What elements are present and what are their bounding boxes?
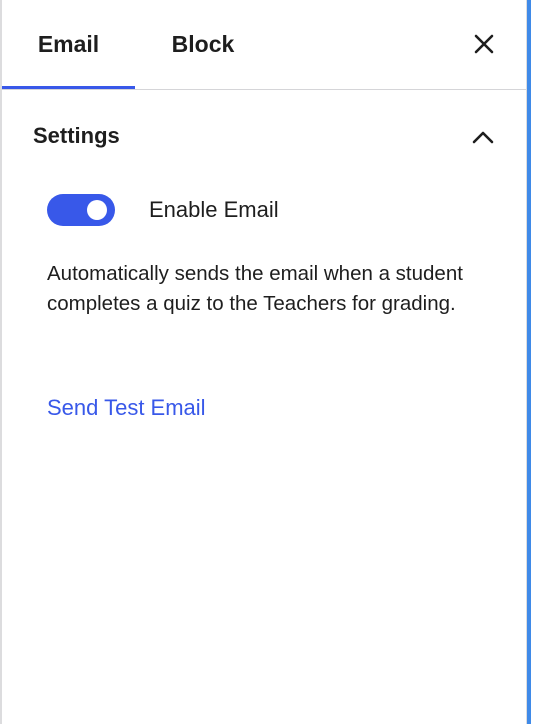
settings-section-title: Settings	[33, 123, 120, 148]
close-icon	[474, 34, 494, 54]
tab-block[interactable]: Block	[152, 0, 254, 89]
toggle-knob	[87, 200, 107, 220]
send-test-email-link[interactable]: Send Test Email	[47, 393, 206, 423]
enable-email-row: Enable Email	[47, 192, 487, 228]
tab-email[interactable]: Email	[2, 0, 135, 89]
enable-email-description: Automatically sends the email when a stu…	[47, 262, 463, 315]
close-button[interactable]	[468, 28, 500, 60]
enable-email-label[interactable]: Enable Email	[149, 196, 279, 224]
chevron-up-icon	[472, 131, 494, 144]
email-settings-panel: Email Block Settings Enable Email Automa…	[0, 0, 536, 724]
focus-edge-indicator	[527, 0, 531, 724]
enable-email-toggle[interactable]	[47, 194, 115, 226]
panel-right-border	[526, 0, 536, 724]
settings-section-toggle[interactable]: Settings	[2, 105, 526, 169]
panel-tabs: Email Block	[2, 0, 526, 90]
